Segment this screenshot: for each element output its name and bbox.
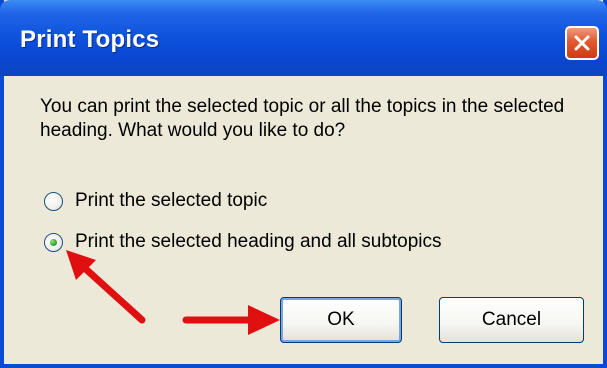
- cancel-button[interactable]: Cancel: [439, 297, 584, 343]
- option-label: Print the selected topic: [75, 190, 268, 211]
- dialog-message: You can print the selected topic or all …: [40, 96, 565, 141]
- close-button[interactable]: [565, 26, 599, 60]
- red-arrow-icon: [66, 250, 146, 324]
- ok-button[interactable]: OK: [280, 297, 402, 343]
- radio-selected-dot: [50, 238, 57, 246]
- title-bar[interactable]: Print Topics: [0, 0, 607, 76]
- radio-button[interactable]: [44, 191, 63, 211]
- dialog-title: Print Topics: [20, 26, 160, 53]
- option-print-selected-topic[interactable]: Print the selected topic: [44, 189, 267, 213]
- close-icon: [574, 35, 590, 51]
- red-arrow-icon: [182, 305, 280, 335]
